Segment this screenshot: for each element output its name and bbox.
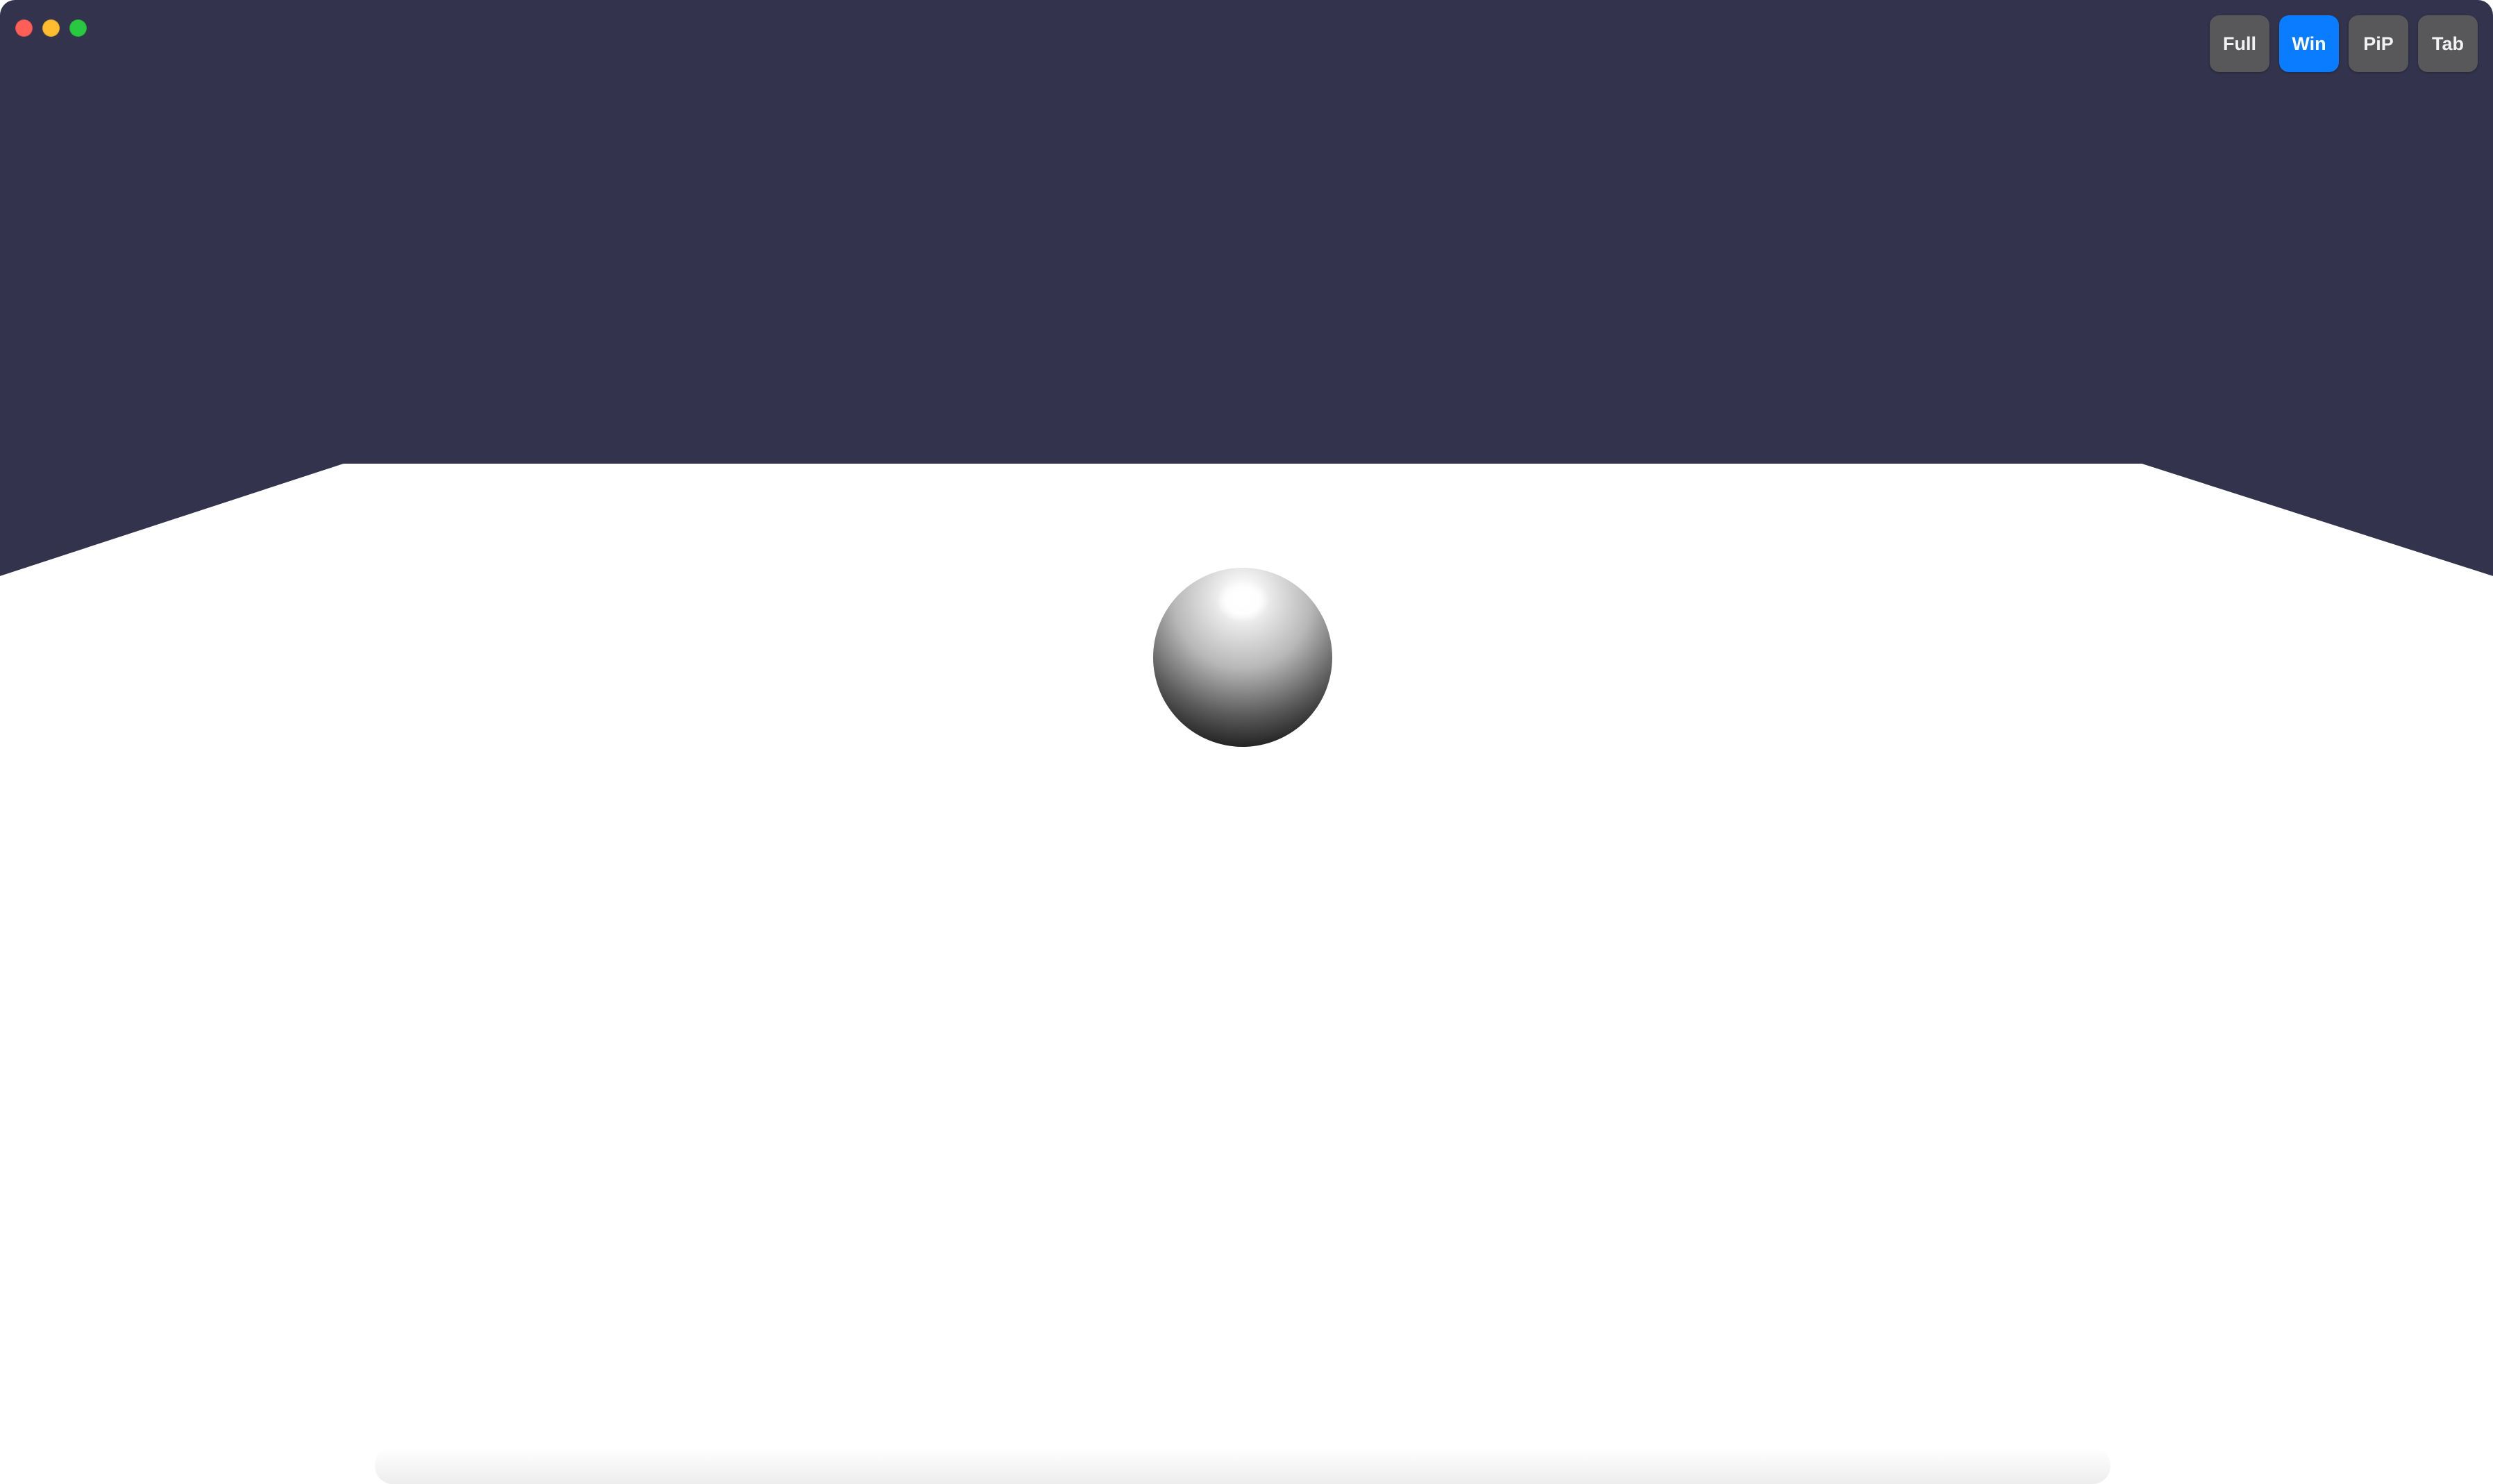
display-mode-toolbar: Full Win PiP Tab: [2210, 15, 2478, 72]
pip-mode-button[interactable]: PiP: [2349, 15, 2408, 72]
close-window-button[interactable]: [15, 19, 33, 37]
sphere-highlight: [1216, 580, 1269, 622]
win-mode-button[interactable]: Win: [2279, 15, 2339, 72]
app-window: Full Win PiP Tab: [0, 0, 2493, 1484]
zoom-window-button[interactable]: [69, 19, 87, 37]
3d-scene-viewport[interactable]: [0, 0, 2493, 1484]
full-mode-button[interactable]: Full: [2210, 15, 2269, 72]
minimize-window-button[interactable]: [42, 19, 60, 37]
tab-mode-button[interactable]: Tab: [2418, 15, 2478, 72]
window-controls: [15, 19, 87, 37]
floor-edge-shadow: [375, 1447, 2110, 1484]
